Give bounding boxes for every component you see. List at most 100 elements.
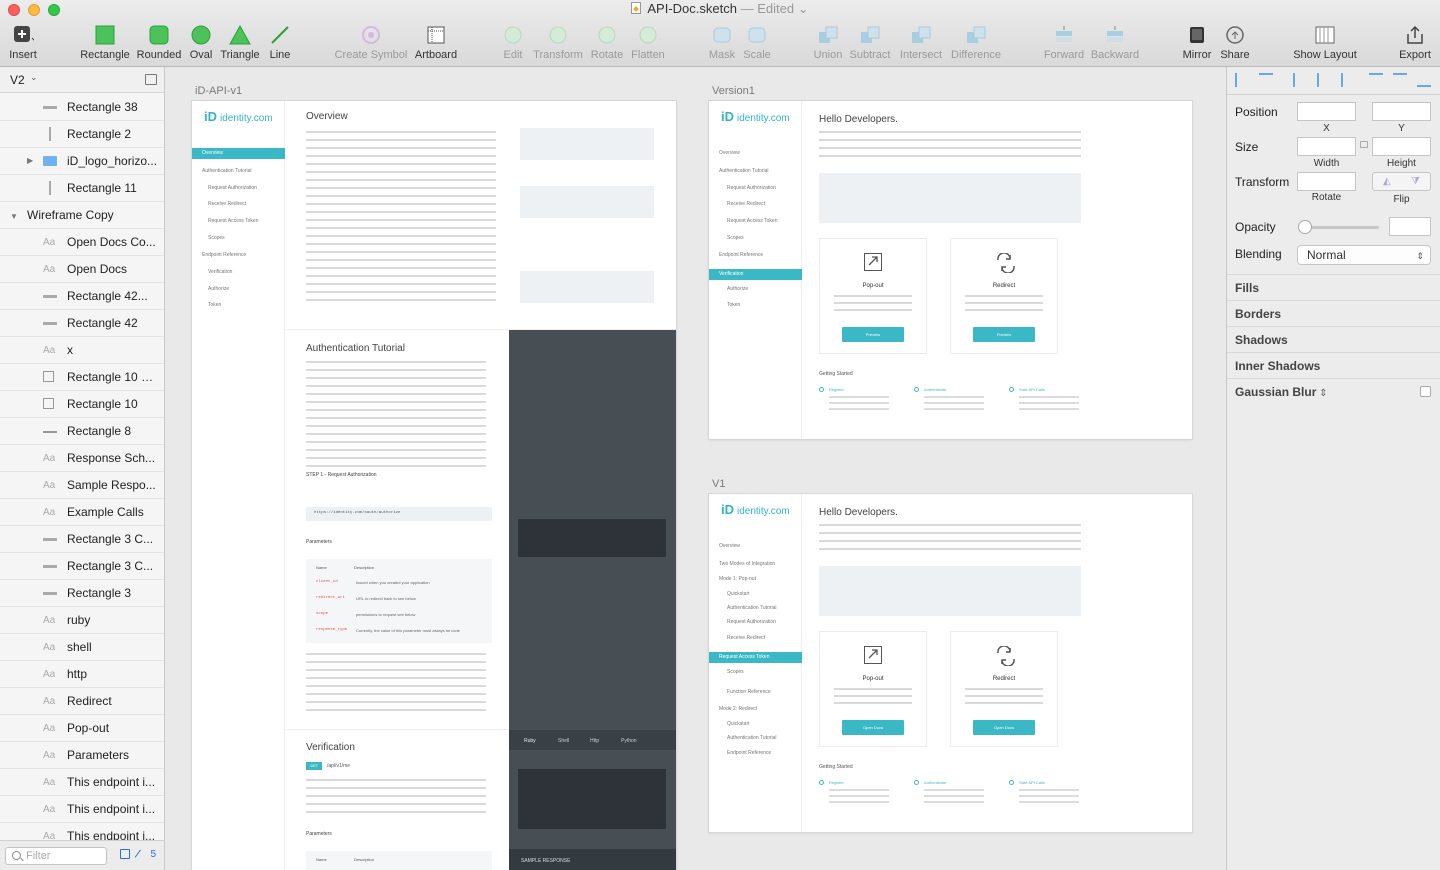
- align-left-icon[interactable]: [1293, 73, 1307, 87]
- doc-nav-item[interactable]: Request Authorization: [208, 185, 257, 191]
- toolbar-artboard-button[interactable]: Artboard: [396, 23, 476, 65]
- layer-row[interactable]: ▼ Wireframe Copy: [0, 202, 164, 229]
- layer-row[interactable]: Rectangle 3 C...: [0, 526, 164, 553]
- layer-row[interactable]: ▶ iD_logo_horizo...: [0, 148, 164, 175]
- layer-row[interactable]: Rectangle 38: [0, 94, 164, 121]
- copy-icon[interactable]: [120, 849, 130, 859]
- canvas[interactable]: iD-API-v1 iD identity.com Overview Authen…: [165, 67, 1226, 870]
- blending-select[interactable]: Normal ⇕: [1297, 245, 1431, 265]
- inspector-section[interactable]: Borders: [1227, 300, 1440, 326]
- getting-started-link[interactable]: Start API Calls: [1019, 780, 1045, 785]
- toolbar-difference-button[interactable]: Difference: [936, 23, 1016, 65]
- toolbar-backward-button[interactable]: Backward: [1075, 23, 1155, 65]
- toolbar-scale-button[interactable]: Scale: [717, 23, 797, 65]
- inspector-section[interactable]: Shadows: [1227, 326, 1440, 352]
- layer-row[interactable]: Rectangle 3 C...: [0, 553, 164, 580]
- inspector-section[interactable]: Inner Shadows: [1227, 352, 1440, 378]
- card-button[interactable]: Preview: [842, 327, 904, 342]
- height-input[interactable]: [1372, 137, 1431, 156]
- doc-nav-item[interactable]: Token: [208, 302, 221, 308]
- integration-card[interactable]: Pop-out Preview: [819, 238, 927, 354]
- doc-nav-item[interactable]: Authentication Tutorial: [719, 168, 768, 174]
- layer-row[interactable]: Aa Pop-out: [0, 715, 164, 742]
- getting-started-link[interactable]: Register: [829, 387, 844, 392]
- toolbar-insert-button[interactable]: Insert: [0, 23, 63, 65]
- doc-nav-item[interactable]: Verification: [208, 269, 232, 275]
- align-center-icon[interactable]: [1317, 73, 1331, 87]
- doc-nav-item[interactable]: Receive Redirect: [208, 201, 246, 207]
- layer-row[interactable]: Rectangle 3: [0, 580, 164, 607]
- layer-row[interactable]: Aa ruby: [0, 607, 164, 634]
- layer-row[interactable]: Rectangle 8: [0, 418, 164, 445]
- doc-nav-item[interactable]: Authentication Tutorial: [727, 605, 776, 611]
- current-page-label[interactable]: V2: [10, 73, 25, 87]
- align-middle-icon[interactable]: [1393, 73, 1407, 87]
- doc-nav-item[interactable]: Scopes: [727, 669, 744, 675]
- artboard-version1[interactable]: iD identity.com Overview Authentication Tu…: [709, 101, 1192, 439]
- doc-nav-item[interactable]: Scopes: [727, 235, 744, 241]
- doc-nav-item[interactable]: Token: [727, 302, 740, 308]
- artboard-label[interactable]: V1: [712, 478, 725, 490]
- filter-input[interactable]: Filter: [5, 847, 107, 865]
- integration-card[interactable]: Pop-out Open Docs: [819, 631, 927, 747]
- doc-nav-item[interactable]: Endpoint Reference: [719, 252, 763, 258]
- align-right-icon[interactable]: [1341, 73, 1355, 87]
- y-input[interactable]: [1372, 102, 1431, 121]
- x-input[interactable]: [1297, 102, 1356, 121]
- layer-row[interactable]: Aa x: [0, 337, 164, 364]
- inspector-section[interactable]: Fills: [1227, 274, 1440, 300]
- doc-nav-item[interactable]: Receive Redirect: [727, 201, 765, 207]
- doc-nav-item[interactable]: Verification: [709, 269, 802, 280]
- flip-horizontal-icon[interactable]: ◭: [1383, 176, 1391, 187]
- artboard-id-api-v1[interactable]: iD identity.com Overview Authentication T…: [192, 101, 676, 870]
- page-selector[interactable]: V2 ⌄: [0, 67, 164, 93]
- code-tab[interactable]: Http: [590, 738, 599, 744]
- layer-row[interactable]: Rectangle 11: [0, 175, 164, 202]
- layer-row[interactable]: Aa Response Sch...: [0, 445, 164, 472]
- toolbar-flatten-button[interactable]: Flatten: [608, 23, 688, 65]
- doc-nav-item[interactable]: Authentication Tutorial: [727, 735, 776, 741]
- doc-nav-item[interactable]: Authorize: [208, 286, 229, 292]
- opacity-input[interactable]: [1389, 217, 1431, 236]
- layer-row[interactable]: Rectangle 2: [0, 121, 164, 148]
- getting-started-link[interactable]: Register: [829, 780, 844, 785]
- doc-nav-item[interactable]: Quickstart: [727, 721, 750, 727]
- doc-nav-item[interactable]: Request Authorization: [727, 619, 776, 625]
- edited-status[interactable]: — Edited ⌄: [741, 1, 809, 16]
- layer-row[interactable]: Aa This endpoint i...: [0, 769, 164, 796]
- doc-nav-item[interactable]: Authorize: [727, 286, 748, 292]
- doc-nav-item[interactable]: Overview: [192, 148, 285, 159]
- flip-vertical-icon[interactable]: ⧩: [1411, 176, 1420, 187]
- artboard-label[interactable]: iD-API-v1: [195, 85, 242, 97]
- layer-row[interactable]: Rectangle 10: [0, 391, 164, 418]
- inspector-section[interactable]: Gaussian Blur ⇕: [1227, 378, 1440, 404]
- align-top-icon[interactable]: [1369, 73, 1383, 87]
- doc-nav-item[interactable]: Function Reference: [727, 689, 771, 695]
- toolbar-export-button[interactable]: Export: [1375, 23, 1440, 65]
- doc-nav-item[interactable]: Authentication Tutorial: [202, 168, 251, 174]
- gaussian-blur-checkbox[interactable]: [1420, 386, 1431, 397]
- distribute-horizontal-icon[interactable]: [1235, 73, 1249, 87]
- flip-control[interactable]: ◭ ⧩: [1372, 172, 1431, 191]
- toolbar-line-button[interactable]: Line: [240, 23, 320, 65]
- layer-row[interactable]: Rectangle 42: [0, 310, 164, 337]
- disclosure-arrow-icon[interactable]: ▶: [27, 156, 33, 165]
- doc-nav-item[interactable]: Endpoint Reference: [727, 750, 771, 756]
- doc-nav-item[interactable]: Request Access Token: [727, 218, 778, 224]
- layer-row[interactable]: Rectangle 10 C...: [0, 364, 164, 391]
- opacity-slider-knob[interactable]: [1298, 220, 1312, 234]
- artboard-label[interactable]: Version1: [712, 85, 755, 97]
- layer-row[interactable]: Aa shell: [0, 634, 164, 661]
- lock-icon[interactable]: [1360, 141, 1368, 148]
- doc-nav-item[interactable]: Request Access Token: [208, 218, 259, 224]
- chevron-updown-icon[interactable]: ⇕: [1316, 388, 1327, 399]
- layer-row[interactable]: Aa This endpoint i...: [0, 796, 164, 823]
- doc-nav-item[interactable]: Receive Redirect: [727, 635, 765, 641]
- layer-row[interactable]: Aa Example Calls: [0, 499, 164, 526]
- getting-started-link[interactable]: Authenticate: [924, 780, 946, 785]
- pencil-icon[interactable]: /: [134, 847, 142, 861]
- layer-row[interactable]: Aa Open Docs: [0, 256, 164, 283]
- doc-nav-item[interactable]: Request Access Token: [709, 652, 802, 663]
- layer-row[interactable]: Aa Redirect: [0, 688, 164, 715]
- doc-nav-item[interactable]: Two Modes of Integration: [719, 561, 775, 567]
